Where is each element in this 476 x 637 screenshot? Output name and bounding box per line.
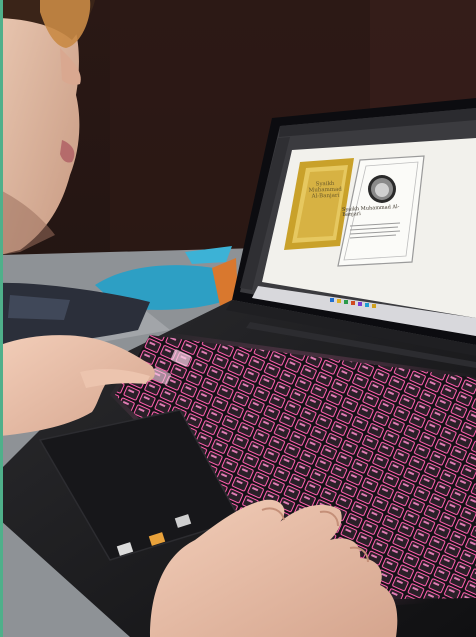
artboard-main-label: Syaikh Muhammad Al-Banjari bbox=[308, 180, 342, 200]
portrait-medallion-face bbox=[375, 183, 389, 197]
photo-scene bbox=[0, 0, 476, 637]
left-edge-strip bbox=[0, 0, 3, 637]
wall-shadow bbox=[370, 0, 476, 110]
